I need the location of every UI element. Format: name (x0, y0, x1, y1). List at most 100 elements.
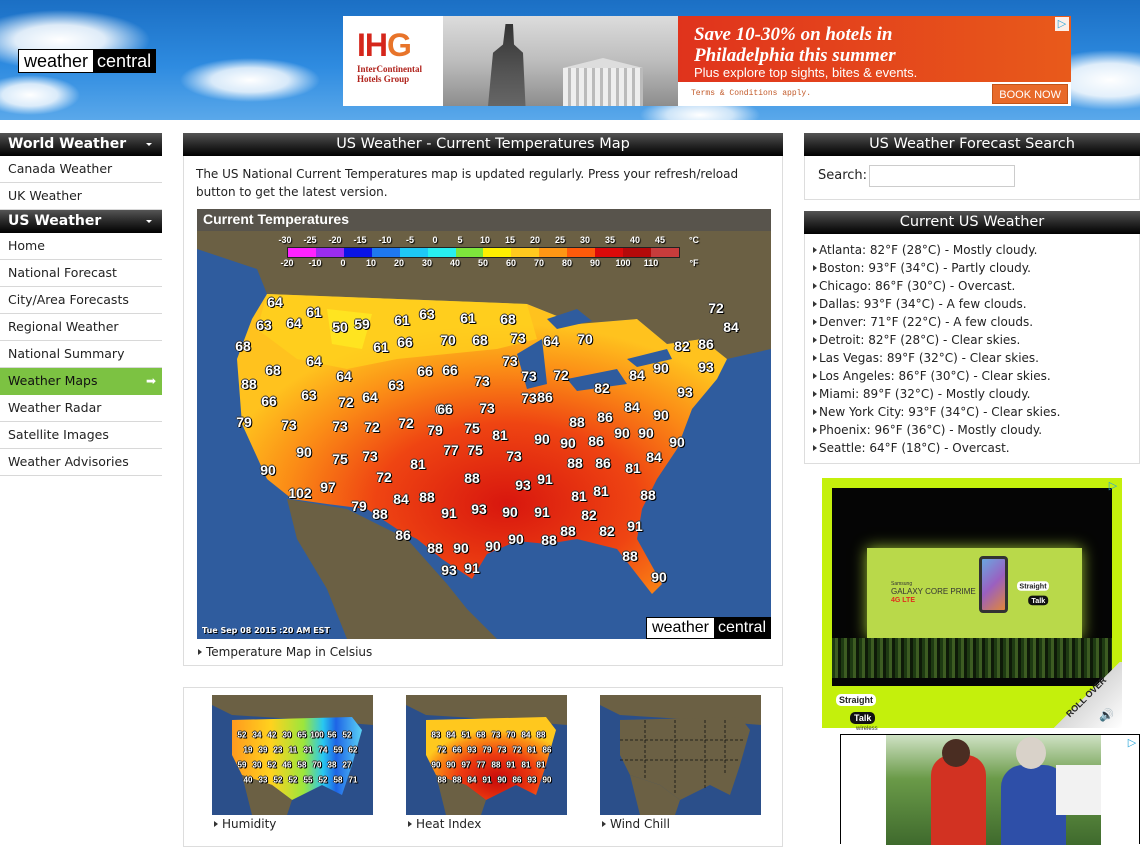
current-temperatures-map[interactable]: Current Temperatures -30 -25 -20 -15 -10 -5 0 5… (197, 209, 771, 639)
triangle-right-icon (813, 409, 817, 415)
sidebar-item-satellite-images[interactable]: Satellite Images (0, 422, 162, 449)
thumb-value: 81 (527, 745, 537, 755)
current-weather-item: Dallas: 93°F (34°C) - A few clouds. (813, 295, 1139, 313)
triangle-right-icon (813, 283, 817, 289)
sidebar-item-label: Satellite Images (8, 427, 109, 442)
thumb-value: 70 (506, 730, 516, 740)
adchoices-icon[interactable]: ▷ (1106, 479, 1120, 493)
current-weather-item: Miami: 89°F (32°C) - Mostly cloudy. (813, 385, 1139, 403)
legend-swatch (343, 248, 372, 257)
temperature-value: 84 (723, 319, 739, 335)
sidebar-item-weather-advisories[interactable]: Weather Advisories (0, 449, 162, 476)
ihg-mark-ih: IH (357, 27, 388, 63)
legend-tick: 90 (589, 258, 601, 268)
sidebar-item-national-forecast[interactable]: National Forecast (0, 260, 162, 287)
sidebar-section-world-weather[interactable]: World Weather (0, 133, 162, 156)
map-thumbnails: 52 34 42 30 65 100 56 52 19 39 23 11 31 74 59 62 59 30 52 4… (183, 687, 783, 847)
thumb-value: 73 (491, 730, 501, 740)
triangle-right-icon (198, 649, 202, 655)
sidebar-section-us-weather[interactable]: US Weather (0, 210, 162, 233)
current-us-weather-panel: Current US Weather Atlanta: 82°F (28°C) … (804, 211, 1140, 464)
temperature-value: 79 (236, 414, 252, 430)
thumb-value: 71 (348, 775, 358, 785)
legend-tick: 15 (504, 235, 516, 245)
temperature-value: 88 (419, 489, 435, 505)
temperature-value: 88 (541, 532, 557, 548)
legend-tick: 30 (579, 235, 591, 245)
thumb-value: 86 (512, 775, 522, 785)
header-ad-banner[interactable]: IHG InterContinental Hotels Group Save 1… (343, 16, 1071, 106)
temperature-value: 91 (441, 505, 457, 521)
sidebar-item-home[interactable]: Home (0, 233, 162, 260)
temperature-value: 93 (698, 359, 714, 375)
rollover-corner[interactable]: ROLL OVER 🔊 (1052, 662, 1122, 728)
current-weather-item: Boston: 93°F (34°C) - Partly cloudy. (813, 259, 1139, 277)
sidebar-item-uk-weather[interactable]: UK Weather (0, 183, 162, 210)
current-weather-text: Boston: 93°F (34°C) - Partly cloudy. (819, 261, 1031, 275)
red-cross-ad[interactable]: ▷ (840, 734, 1140, 845)
wind-chill-map-thumbnail[interactable] (600, 695, 761, 815)
legend-tick: 110 (643, 258, 659, 268)
temperature-value: 64 (362, 389, 378, 405)
ad-terms[interactable]: Terms & Conditions apply. (691, 89, 811, 98)
logo-line2: Talk (1028, 595, 1049, 606)
temperature-value: 70 (440, 332, 456, 348)
temperature-value: 88 (241, 376, 257, 392)
temperature-value: 68 (500, 311, 516, 327)
sidebar-item-canada-weather[interactable]: Canada Weather (0, 156, 162, 183)
current-weather-text: Los Angeles: 86°F (30°C) - Clear skies. (819, 369, 1051, 383)
site-logo[interactable]: weather central (18, 49, 157, 73)
ad-video-screen[interactable]: Samsung GALAXY CORE PRIME 4G LTE Straigh… (832, 488, 1112, 686)
thumb-wind-chill[interactable]: Wind Chill (600, 695, 761, 831)
temperature-value: 88 (372, 506, 388, 522)
celsius-map-link[interactable]: Temperature Map in Celsius (184, 639, 782, 665)
legend-swatch (511, 248, 540, 257)
triangle-right-icon (813, 373, 817, 379)
temperature-value: 86 (588, 433, 604, 449)
phone-image (979, 556, 1008, 613)
straight-talk-ad[interactable]: Samsung GALAXY CORE PRIME 4G LTE Straigh… (822, 478, 1122, 732)
adchoices-icon[interactable]: ▷ (1055, 17, 1069, 31)
thumb-humidity[interactable]: 52 34 42 30 65 100 56 52 19 39 23 11 31 74 59 62 59 30 52 4… (212, 695, 373, 831)
sidebar-item-weather-radar[interactable]: Weather Radar (0, 395, 162, 422)
sidebar-item-weather-maps[interactable]: Weather Maps ➡ (0, 368, 162, 395)
sidebar-item-label: Regional Weather (8, 319, 119, 334)
current-weather-item: Atlanta: 82°F (28°C) - Mostly cloudy. (813, 241, 1139, 259)
sidebar-item-regional-weather[interactable]: Regional Weather (0, 314, 162, 341)
adchoices-icon[interactable]: ▷ (1125, 736, 1139, 750)
search-panel: Search: (804, 156, 1140, 200)
woman-head (1016, 737, 1046, 769)
thumb-value: 86 (542, 745, 552, 755)
thumb-value: 42 (267, 730, 277, 740)
book-now-button[interactable]: BOOK NOW (992, 84, 1068, 104)
temperature-legend: -30 -25 -20 -15 -10 -5 0 5 10 15 20 25 30 35 40 45 °C -2… (277, 235, 699, 270)
thumb-value: 58 (297, 760, 307, 770)
legend-tick: 20 (393, 258, 405, 268)
heat-index-link[interactable]: Heat Index (406, 817, 567, 831)
sidebar-item-city-area-forecasts[interactable]: City/Area Forecasts (0, 287, 162, 314)
wind-chill-link[interactable]: Wind Chill (600, 817, 761, 831)
humidity-link[interactable]: Humidity (212, 817, 373, 831)
legend-tick: 10 (365, 258, 377, 268)
thumb-value: 100 (310, 730, 324, 740)
billboard-straight-talk-logo: Straight Talk (1017, 578, 1050, 607)
humidity-map-thumbnail[interactable]: 52 34 42 30 65 100 56 52 19 39 23 11 31 74 59 62 59 30 52 4… (212, 695, 373, 815)
thumb-value: 52 (288, 775, 298, 785)
heat-index-map-thumbnail[interactable]: 83 84 51 68 73 70 84 88 72 66 93 79 73 72 81 86 90 90 97 77… (406, 695, 567, 815)
sidebar-item-national-summary[interactable]: National Summary (0, 341, 162, 368)
speaker-icon[interactable]: 🔊 (1099, 708, 1114, 722)
temperature-value: 63 (301, 387, 317, 403)
legend-tick: -20 (280, 258, 294, 268)
temperature-value: 73 (521, 390, 537, 406)
museum-image (563, 68, 643, 106)
thumb-value: 68 (476, 730, 486, 740)
temperature-value: 90 (653, 360, 669, 376)
temperature-value: 75 (332, 451, 348, 467)
temperature-value: 72 (338, 394, 354, 410)
ad-headline-line1: Save 10-30% on hotels in (694, 24, 893, 45)
temperature-value: 73 (474, 373, 490, 389)
search-input[interactable] (869, 165, 1015, 187)
temperature-value: 93 (677, 384, 693, 400)
thumb-heat-index[interactable]: 83 84 51 68 73 70 84 88 72 66 93 79 73 72 81 86 90 90 97 77… (406, 695, 567, 831)
temperature-value: 68 (472, 332, 488, 348)
